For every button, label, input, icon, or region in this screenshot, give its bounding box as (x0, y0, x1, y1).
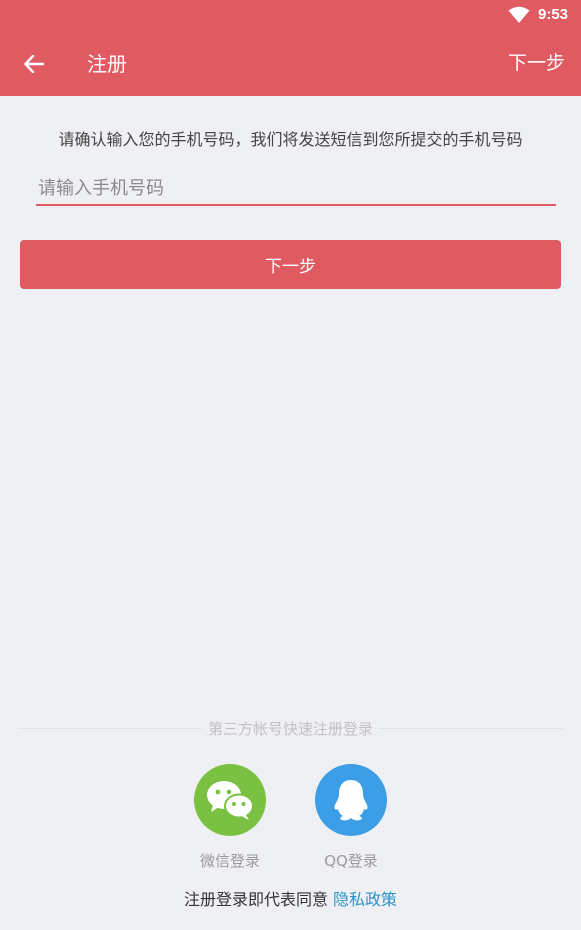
status-time: 9:53 (538, 6, 569, 23)
third-party-label: 第三方帐号快速注册登录 (201, 720, 379, 738)
status-bar: 9:53 (0, 0, 581, 32)
wifi-icon (508, 6, 530, 23)
privacy-policy-link[interactable]: 隐私政策 (333, 890, 397, 909)
next-step-link[interactable]: 下一步 (508, 32, 565, 94)
agreement-prefix: 注册登录即代表同意 (183, 890, 328, 909)
wechat-login-label: 微信登录 (199, 852, 260, 870)
wechat-login-button[interactable]: 微信登录 (180, 764, 280, 871)
app-bar: 注册 下一步 (0, 32, 581, 96)
qq-login-label: QQ登录 (324, 852, 378, 870)
phone-hint-text: 请确认输入您的手机号码，我们将发送短信到您所提交的手机号码 (58, 130, 523, 149)
wechat-icon-circle (194, 764, 266, 836)
next-step-button[interactable]: 下一步 (20, 240, 561, 289)
qq-icon (334, 780, 368, 821)
qq-icon-circle (315, 764, 387, 836)
page-title: 注册 (87, 52, 127, 76)
agreement-text: 注册登录即代表同意 隐私政策 (0, 888, 581, 912)
back-arrow-icon (24, 54, 45, 74)
wechat-icon (207, 781, 254, 820)
back-button[interactable] (14, 44, 54, 84)
phone-number-input[interactable] (36, 172, 556, 206)
qq-login-button[interactable]: QQ登录 (301, 764, 401, 871)
third-party-divider: 第三方帐号快速注册登录 (0, 718, 581, 740)
